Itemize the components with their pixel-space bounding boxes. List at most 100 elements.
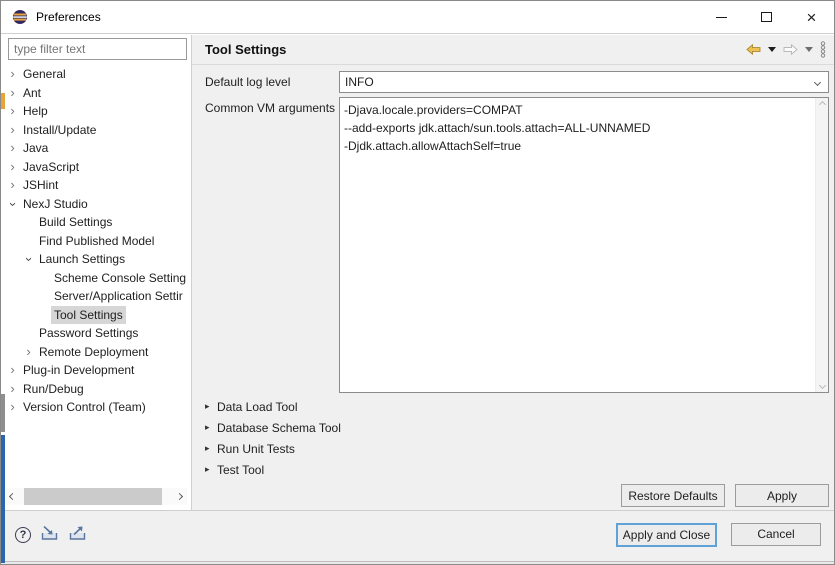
log-level-select[interactable]: INFO (339, 71, 829, 93)
collapsible-sections: ▸Data Load Tool▸Database Schema Tool▸Run… (205, 396, 829, 480)
log-level-value: INFO (345, 75, 374, 89)
triangle-collapsed-icon: ▸ (205, 422, 217, 433)
export-preferences-button[interactable] (68, 525, 87, 544)
page-content: Default log level INFO Common VM argumen… (192, 65, 834, 510)
forward-button[interactable] (783, 44, 798, 55)
dropdown-triangle-icon (805, 47, 813, 52)
vm-args-label: Common VM arguments (205, 97, 339, 393)
import-preferences-button[interactable] (40, 525, 59, 544)
tree-item-general[interactable]: ›General (1, 65, 190, 84)
minimize-button[interactable] (699, 1, 744, 33)
back-history-button[interactable] (768, 47, 776, 52)
triangle-collapsed-icon: ▸ (205, 464, 217, 475)
restore-defaults-button[interactable]: Restore Defaults (621, 484, 725, 507)
vm-args-scrollbar[interactable] (815, 98, 828, 392)
tree-item-label: Find Published Model (36, 232, 157, 251)
tree-item-scheme-console-setting[interactable]: Scheme Console Setting (1, 269, 190, 288)
scroll-right-button[interactable] (171, 488, 187, 505)
vm-args-input[interactable]: -Djava.locale.providers=COMPAT --add-exp… (340, 98, 815, 392)
sidebar: ›General›Ant›Help›Install/Update›Java›Ja… (1, 35, 191, 510)
help-button[interactable]: ? (15, 527, 31, 543)
section-label: Run Unit Tests (217, 442, 295, 456)
log-level-row: Default log level INFO (205, 71, 829, 93)
apply-and-close-button[interactable]: Apply and Close (616, 523, 717, 547)
section-database-schema-tool[interactable]: ▸Database Schema Tool (205, 417, 829, 438)
close-icon: × (807, 9, 817, 26)
tree-item-label: Build Settings (36, 213, 115, 232)
tree-item-label: Plug-in Development (20, 361, 137, 380)
tree-item-version-control-team[interactable]: ›Version Control (Team) (1, 398, 190, 417)
chevron-collapsed-icon[interactable]: › (5, 380, 20, 399)
tree-item-password-settings[interactable]: ›Password Settings (1, 324, 190, 343)
tree-item-label: Run/Debug (20, 380, 87, 399)
chevron-collapsed-icon[interactable]: › (5, 398, 20, 417)
footer-icons: ? (15, 525, 87, 544)
triangle-collapsed-icon: ▸ (205, 401, 217, 412)
scrollbar-thumb[interactable] (24, 488, 162, 505)
apply-button[interactable]: Apply (735, 484, 829, 507)
preferences-dialog: Preferences × ›General›Ant›Help›Install/… (0, 0, 835, 565)
tree-item-run-debug[interactable]: ›Run/Debug (1, 380, 190, 399)
tree-item-tool-settings[interactable]: Tool Settings (1, 306, 190, 325)
title-bar: Preferences × (1, 1, 834, 34)
chevron-expanded-icon[interactable]: › (19, 252, 38, 267)
chevron-right-icon (175, 493, 182, 500)
chevron-left-icon (8, 493, 15, 500)
tree-item-server-application-settir[interactable]: Server/Application Settir (1, 287, 190, 306)
panel-buttons: Restore Defaults Apply (205, 484, 829, 507)
tree-item-remote-deployment[interactable]: ›Remote Deployment (1, 343, 190, 362)
cancel-button[interactable]: Cancel (731, 523, 821, 546)
section-run-unit-tests[interactable]: ▸Run Unit Tests (205, 438, 829, 459)
chevron-collapsed-icon[interactable]: › (5, 361, 20, 380)
tree-item-launch-settings[interactable]: ›Launch Settings (1, 250, 190, 269)
settings-panel: Tool Settings (191, 35, 834, 510)
dropdown-triangle-icon (768, 47, 776, 52)
back-button[interactable] (746, 44, 761, 55)
window-title: Preferences (36, 10, 101, 24)
chevron-collapsed-icon[interactable]: › (5, 176, 20, 195)
tree-item-jshint[interactable]: ›JSHint (1, 176, 190, 195)
tree-item-help[interactable]: ›Help (1, 102, 190, 121)
background-ruler-mark-gray (1, 394, 5, 432)
section-label: Test Tool (217, 463, 264, 477)
chevron-collapsed-icon[interactable]: › (5, 84, 20, 103)
vm-args-row: Common VM arguments -Djava.locale.provid… (205, 97, 829, 393)
chevron-collapsed-icon[interactable]: › (5, 139, 20, 158)
view-menu-button[interactable] (820, 41, 826, 58)
forward-history-button[interactable] (805, 47, 813, 52)
tree-item-label: Scheme Console Setting (51, 269, 189, 288)
tree-item-javascript[interactable]: ›JavaScript (1, 158, 190, 177)
title-area: Preferences (1, 9, 699, 25)
tree-item-build-settings[interactable]: ›Build Settings (1, 213, 190, 232)
footer-buttons: Apply and Close Cancel (616, 523, 821, 547)
tree-item-java[interactable]: ›Java (1, 139, 190, 158)
back-arrow-icon (746, 44, 761, 55)
chevron-collapsed-icon[interactable]: › (5, 121, 20, 140)
scroll-left-button[interactable] (4, 488, 20, 505)
tree-item-find-published-model[interactable]: ›Find Published Model (1, 232, 190, 251)
tree-item-ant[interactable]: ›Ant (1, 84, 190, 103)
chevron-down-icon (814, 79, 821, 86)
chevron-collapsed-icon[interactable]: › (5, 158, 20, 177)
filter-input[interactable] (8, 38, 187, 60)
tree-item-label: JavaScript (20, 158, 82, 177)
vm-args-box: -Djava.locale.providers=COMPAT --add-exp… (339, 97, 829, 393)
tree-horizontal-scrollbar[interactable] (4, 488, 187, 505)
tree-item-nexj-studio[interactable]: ›NexJ Studio (1, 195, 190, 214)
chevron-collapsed-icon[interactable]: › (5, 65, 20, 84)
tree-item-plug-in-development[interactable]: ›Plug-in Development (1, 361, 190, 380)
maximize-button[interactable] (744, 1, 789, 33)
chevron-collapsed-icon[interactable]: › (21, 343, 36, 362)
section-data-load-tool[interactable]: ▸Data Load Tool (205, 396, 829, 417)
tree-item-install-update[interactable]: ›Install/Update (1, 121, 190, 140)
section-test-tool[interactable]: ▸Test Tool (205, 459, 829, 480)
tree-item-label: Password Settings (36, 324, 141, 343)
chevron-expanded-icon[interactable]: › (3, 196, 22, 211)
window-controls: × (699, 1, 834, 33)
section-label: Data Load Tool (217, 400, 298, 414)
chevron-collapsed-icon[interactable]: › (5, 102, 20, 121)
tree-item-label: Remote Deployment (36, 343, 151, 362)
tree-item-label: Server/Application Settir (51, 287, 186, 306)
close-button[interactable]: × (789, 1, 834, 33)
scrollbar-track[interactable] (20, 488, 171, 505)
